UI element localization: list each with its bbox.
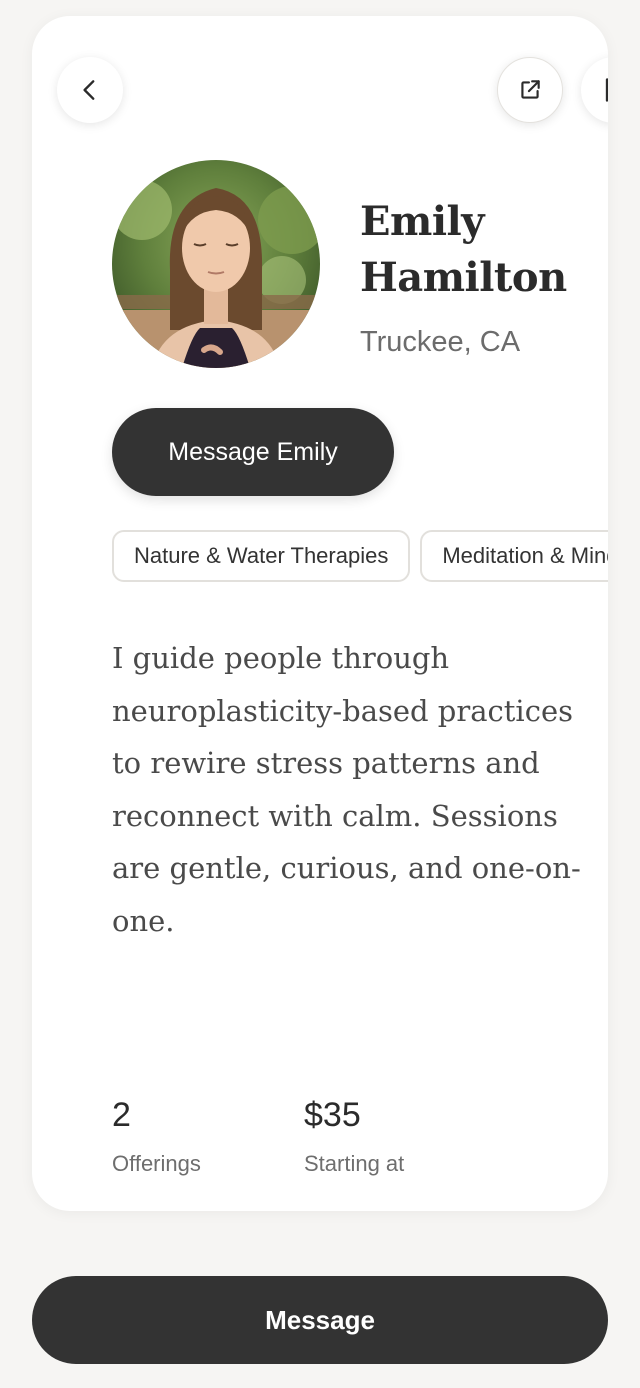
bio-text: I guide people through neuroplasticity-b…	[112, 641, 581, 938]
starting-price: $35	[304, 1096, 361, 1134]
message-button[interactable]: Message	[32, 1276, 608, 1364]
chevron-left-icon	[83, 80, 95, 100]
share-button[interactable]	[497, 57, 563, 123]
bookmark-icon	[605, 78, 608, 102]
profile-card: Emily Hamilton Truckee, CA Message Emily…	[32, 16, 608, 1211]
tag-nature-water[interactable]: Nature & Water Therapies	[112, 530, 411, 582]
first-name: Emily	[360, 198, 484, 245]
starting-price-label: Starting at	[304, 1151, 405, 1176]
offerings-label: Offerings	[112, 1151, 201, 1176]
message-provider-button[interactable]: Message Emily	[112, 408, 394, 496]
bookmark-button[interactable]	[581, 57, 608, 123]
page: Emily Hamilton Truckee, CA Message Emily…	[0, 0, 640, 1388]
back-button[interactable]	[57, 57, 123, 123]
tag-meditation[interactable]: Meditation & Mindfulness	[420, 530, 608, 582]
specialty-tags: Nature & Water Therapies Meditation & Min…	[112, 530, 608, 584]
external-link-icon	[521, 80, 540, 99]
avatar	[112, 160, 320, 368]
offerings-count: 2	[112, 1096, 131, 1134]
profile-photo	[112, 160, 320, 368]
provider-name: Emily Hamilton	[360, 194, 608, 306]
location: Truckee, CA	[360, 326, 521, 358]
last-name: Hamilton	[360, 254, 567, 301]
